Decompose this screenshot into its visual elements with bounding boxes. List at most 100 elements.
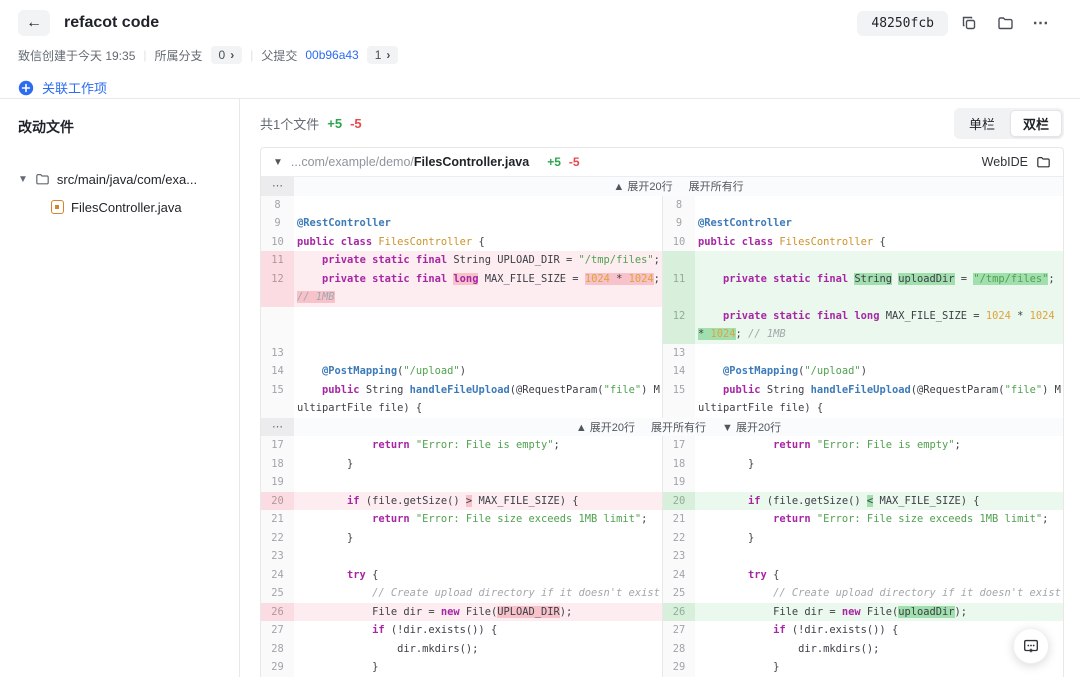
code-line-old <box>294 307 662 326</box>
code-line-old: } <box>297 661 379 673</box>
file-removed-count: -5 <box>568 155 580 169</box>
expand-links: ▲ 展开20行 展开所有行 ▼ 展开20行 <box>294 418 1063 437</box>
diff-line-row: 18 } 18 } <box>261 454 1063 473</box>
diff-line-row: 12 private static final long MAX_FILE_SI… <box>261 306 1063 326</box>
line-number-new <box>662 399 695 418</box>
line-number-new: 14 <box>662 362 695 381</box>
tree-file-row[interactable]: FilesController.java <box>18 193 229 221</box>
diff-line-row: // 1MB <box>261 288 1063 307</box>
code-line-new: public class FilesController { <box>698 235 886 248</box>
line-number-old <box>261 399 294 418</box>
link-work-item-button[interactable]: 关联工作项 <box>18 78 107 97</box>
code-line-new: private static final String uploadDir = … <box>695 269 1063 288</box>
code-line-old: File dir = new File(UPLOAD_DIR); <box>294 602 662 621</box>
expand-up-button[interactable]: ▲ 展开20行 <box>613 178 672 194</box>
expand-dots-icon[interactable]: ⋯ <box>261 417 294 436</box>
diff-line-row: 26 File dir = new File(UPLOAD_DIR); 26 Fi… <box>261 602 1063 621</box>
line-number-old: 18 <box>261 454 294 473</box>
code-line-old: if (!dir.exists()) { <box>372 624 498 636</box>
line-number-new: 18 <box>662 454 695 473</box>
expand-up-button[interactable]: ▲ 展开20行 <box>576 419 635 435</box>
code-line-new: // Create upload directory if it doesn't… <box>773 587 1061 599</box>
line-number-new: 28 <box>662 639 695 658</box>
code-line-new <box>695 196 1063 215</box>
more-actions-button[interactable]: ⋯ <box>1026 9 1056 37</box>
expand-dots-icon[interactable]: ⋯ <box>261 177 294 196</box>
diff-table: ⋯ ▲ 展开20行 展开所有行 8 8 9 @RestController 9 @RestCon… <box>261 177 1063 677</box>
diff-line-row: 10 public class FilesController {10 public… <box>261 232 1063 251</box>
single-column-toggle[interactable]: 单栏 <box>956 110 1008 137</box>
code-line-new <box>695 344 1063 363</box>
line-number-old: 25 <box>261 584 294 603</box>
expand-links: ▲ 展开20行 展开所有行 <box>294 177 1063 196</box>
branch-count-pill[interactable]: 0 › <box>210 46 243 64</box>
ellipsis-icon: ⋯ <box>1032 15 1050 32</box>
double-column-toggle[interactable]: 双栏 <box>1009 109 1062 137</box>
line-number-old: 26 <box>261 602 294 621</box>
webide-button[interactable]: WebIDE <box>982 155 1051 169</box>
diff-line-row: 9 @RestController 9 @RestController <box>261 214 1063 233</box>
code-line-new: @RestController <box>698 217 792 229</box>
expand-row: ⋯ ▲ 展开20行 展开所有行 <box>261 177 1063 196</box>
code-line-old: private static final String UPLOAD_DIR =… <box>294 251 662 270</box>
add-comment-fab[interactable] <box>1013 628 1049 664</box>
code-line-new: return "Error: File is empty"; <box>773 439 961 451</box>
browse-files-button[interactable] <box>990 9 1020 37</box>
back-button[interactable]: ← <box>18 10 50 36</box>
diff-line-row: 14 @PostMapping("/upload") 14 @PostMappin… <box>261 362 1063 381</box>
file-name-label: FilesController.java <box>71 199 182 215</box>
webide-label: WebIDE <box>981 155 1028 169</box>
layout-toggle: 单栏 双栏 <box>953 107 1064 139</box>
code-line-new: * 1024; // 1MB <box>695 325 1063 344</box>
diff-line-row: 88 <box>261 195 1063 215</box>
line-number-old: 29 <box>261 658 294 677</box>
code-line-new <box>695 251 1063 270</box>
plus-circle-icon <box>18 80 34 96</box>
line-number-new: 27 <box>662 621 695 640</box>
diff-line-row: 11 private static final String UPLOAD_DI… <box>261 251 1063 270</box>
code-line-new: } <box>698 661 780 673</box>
code-line-new: File dir = new File(uploadDir); <box>695 602 1063 621</box>
line-number-new: 13 <box>662 343 695 362</box>
line-number-old: 22 <box>261 528 294 547</box>
line-number-old: 8 <box>261 195 294 214</box>
line-number-old: 10 <box>261 232 294 251</box>
link-work-item-label: 关联工作项 <box>42 81 108 96</box>
collapse-file-caret[interactable]: ▼ <box>273 157 283 168</box>
commit-hash-badge[interactable]: 48250fcb <box>857 10 948 36</box>
expand-all-button[interactable]: 展开所有行 <box>651 419 706 435</box>
diff-line-row: * 1024; // 1MB <box>261 325 1063 344</box>
line-number-new <box>662 251 695 270</box>
line-number-old: 24 <box>261 565 294 584</box>
line-number-old: 27 <box>261 621 294 640</box>
line-number-old: 9 <box>261 214 294 233</box>
code-line-old: return "Error: File is empty"; <box>372 439 560 451</box>
branch-count: 0 <box>218 48 226 62</box>
code-line-old <box>294 547 662 566</box>
expand-down-button[interactable]: ▼ 展开20行 <box>722 419 781 435</box>
line-number-new: 29 <box>662 658 695 677</box>
java-file-icon <box>51 200 64 214</box>
code-line-old: @RestController <box>297 217 391 229</box>
line-number-new <box>662 325 695 344</box>
expand-all-button[interactable]: 展开所有行 <box>689 178 744 194</box>
code-line-old: return "Error: File size exceeds 1MB lim… <box>372 513 648 525</box>
copy-button[interactable] <box>954 9 984 37</box>
code-line-new: try { <box>748 568 780 581</box>
code-line-new <box>695 473 1063 492</box>
parent-count-pill[interactable]: 1 › <box>366 46 399 64</box>
tree-folder-row[interactable]: ▼ src/main/java/com/exa... <box>18 165 229 193</box>
parent-commit-link[interactable]: 00b96a43 <box>305 48 358 62</box>
file-path-prefix: ...com/example/demo/ <box>290 155 414 169</box>
code-line-old: private static final long MAX_FILE_SIZE … <box>294 269 662 288</box>
line-number-old: 13 <box>261 343 294 362</box>
code-line-old: public class FilesController { <box>297 235 485 248</box>
line-number-new: 23 <box>662 547 695 566</box>
diff-line-row: 24 try {24 try { <box>261 565 1063 584</box>
code-line-new: dir.mkdirs(); <box>698 642 880 655</box>
parent-commit-label: 父提交 <box>261 48 298 63</box>
code-line-new: return "Error: File size exceeds 1MB lim… <box>773 513 1049 525</box>
added-count: +5 <box>327 115 343 131</box>
parent-count: 1 <box>374 48 382 62</box>
sidebar-title: 改动文件 <box>18 119 74 135</box>
